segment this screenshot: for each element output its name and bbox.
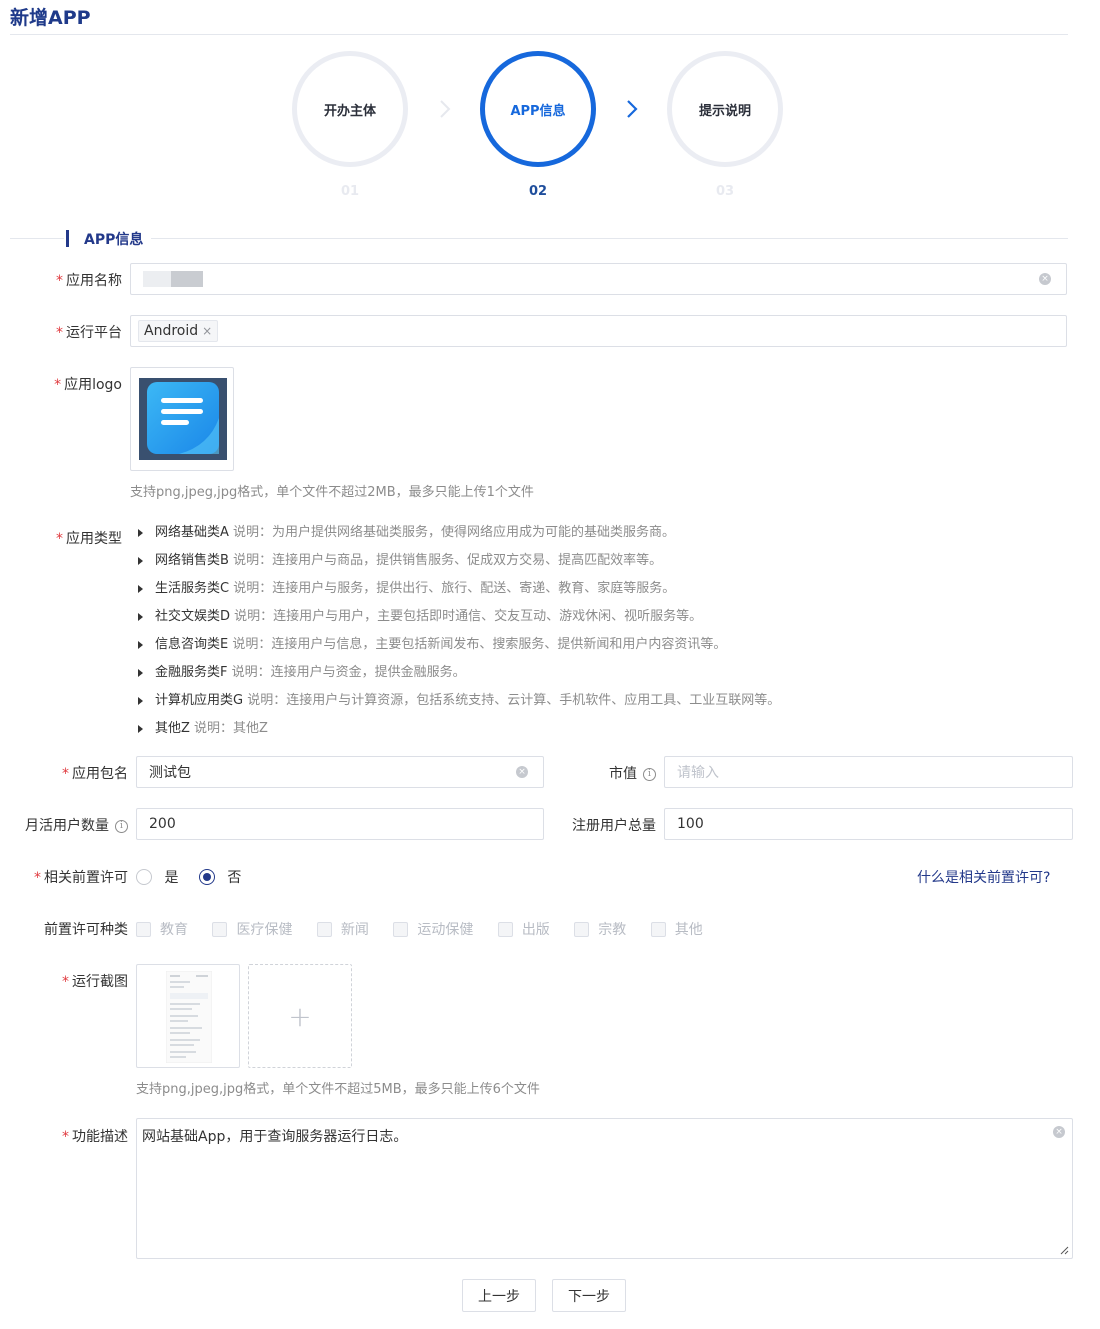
app-type-item[interactable]: 社交文娱类D 说明：连接用户与用户，主要包括即时通信、交友互动、游戏休闲、视听服… — [138, 603, 780, 631]
expand-arrow-icon — [138, 528, 143, 537]
screenshot-thumbnail[interactable] — [136, 964, 240, 1068]
screenshots-label: * 运行截图 — [62, 974, 128, 990]
description-value: 网站基础App，用于查询服务器运行日志。 — [142, 1129, 408, 1145]
app-type-item[interactable]: 网络基础类A 说明：为用户提供网络基础类服务，使得网络应用成为可能的基础类服务商… — [138, 519, 780, 547]
permit-types-group: 教育 医疗保健 新闻 运动保健 出版 宗教 其他 — [136, 919, 703, 939]
app-name-input[interactable] — [130, 263, 1067, 295]
plus-icon: + — [288, 999, 312, 1033]
expand-arrow-icon — [138, 612, 143, 621]
permit-help-link[interactable]: 什么是相关前置许可? — [917, 867, 1050, 887]
step-2-number: 02 — [528, 184, 548, 199]
section-marker — [66, 230, 69, 247]
step-2-label: APP信息 — [510, 103, 566, 119]
step-1-number: 01 — [340, 184, 360, 199]
app-type-item[interactable]: 计算机应用类G 说明：连接用户与计算资源，包括系统支持、云计算、手机软件、应用工… — [138, 687, 780, 715]
section-divider-left — [10, 238, 64, 239]
permit-no-radio[interactable] — [198, 869, 215, 885]
app-type-item[interactable]: 网络销售类B 说明：连接用户与商品，提供销售服务、促成双方交易、提高匹配效率等。 — [138, 547, 780, 575]
info-icon[interactable]: i — [643, 767, 656, 781]
market-value-placeholder: 请输入 — [677, 765, 719, 781]
market-value-label: 市值 i — [570, 763, 656, 783]
description-textarea[interactable]: 网站基础App，用于查询服务器运行日志。 — [136, 1118, 1073, 1259]
package-clear-icon[interactable]: × — [516, 766, 528, 778]
mau-label: 月活用户数量 i — [10, 815, 128, 835]
permit-type-checkbox[interactable] — [136, 921, 151, 937]
step-arrow-2-icon — [627, 100, 638, 118]
title-divider — [10, 34, 1068, 35]
registered-label: 注册用户总量 — [572, 818, 656, 834]
expand-arrow-icon — [138, 696, 143, 705]
page-title: 新增APP — [10, 7, 91, 29]
logo-upload[interactable] — [130, 367, 234, 471]
section-divider-right — [150, 238, 1068, 239]
market-value-input[interactable]: 请输入 — [664, 756, 1073, 788]
tag-close-icon[interactable]: × — [202, 324, 212, 338]
app-type-tree: 网络基础类A 说明：为用户提供网络基础类服务，使得网络应用成为可能的基础类服务商… — [138, 519, 780, 743]
permit-type-checkbox[interactable] — [574, 921, 590, 937]
app-type-item[interactable]: 生活服务类C 说明：连接用户与服务，提供出行、旅行、配送、寄递、教育、家庭等服务… — [138, 575, 780, 603]
registered-input[interactable]: 100 — [664, 808, 1073, 840]
package-value: 测试包 — [149, 765, 191, 781]
permit-type-checkbox[interactable] — [650, 921, 666, 937]
app-type-label: * 应用类型 — [56, 531, 122, 547]
prev-button[interactable]: 上一步 — [462, 1279, 536, 1312]
step-1-circle: 开办主体 — [292, 51, 408, 167]
step-3-label: 提示说明 — [698, 103, 751, 119]
mau-value: 200 — [149, 816, 176, 832]
section-title: APP信息 — [84, 229, 152, 249]
app-name-label: * 应用名称 — [56, 273, 122, 289]
add-screenshot-button[interactable]: + — [248, 964, 352, 1068]
expand-arrow-icon — [138, 724, 143, 733]
permit-type-checkbox[interactable] — [497, 921, 513, 937]
package-input[interactable]: 测试包 — [136, 756, 544, 788]
info-icon[interactable]: i — [115, 819, 128, 833]
screenshots-hint: 支持png,jpeg,jpg格式，单个文件不超过5MB，最多只能上传6个文件 — [136, 1082, 540, 1097]
permit-yes-label: 是 — [164, 870, 179, 886]
step-1-label: 开办主体 — [323, 103, 376, 119]
permit-yes-radio[interactable] — [136, 869, 152, 885]
expand-arrow-icon — [138, 640, 143, 649]
app-type-item[interactable]: 金融服务类F 说明：连接用户与资金，提供金融服务。 — [138, 659, 780, 687]
next-button[interactable]: 下一步 — [552, 1279, 626, 1312]
expand-arrow-icon — [138, 584, 143, 593]
platform-label: * 运行平台 — [56, 325, 122, 341]
resize-handle-icon[interactable] — [1059, 1245, 1069, 1255]
expand-arrow-icon — [138, 668, 143, 677]
permit-types-label: 前置许可种类 — [44, 922, 128, 938]
step-3-number: 03 — [715, 184, 735, 199]
permit-type-checkbox[interactable] — [316, 921, 332, 937]
app-type-item[interactable]: 信息咨询类E 说明：连接用户与信息，主要包括新闻发布、搜索服务、提供新闻和用户内… — [138, 631, 780, 659]
platform-select[interactable]: Android × — [130, 315, 1067, 347]
permit-type-checkbox[interactable] — [393, 921, 409, 937]
step-2-circle: APP信息 — [480, 51, 596, 167]
step-arrow-1-icon — [440, 100, 451, 118]
app-type-item[interactable]: 其他Z 说明：其他Z — [138, 715, 780, 743]
registered-value: 100 — [677, 816, 704, 832]
app-name-value — [143, 271, 203, 287]
package-label: * 应用包名 — [62, 766, 128, 782]
permit-radio-group: 是 否 — [136, 867, 241, 887]
step-3-circle: 提示说明 — [667, 51, 783, 167]
logo-hint: 支持png,jpeg,jpg格式，单个文件不超过2MB，最多只能上传1个文件 — [130, 485, 534, 500]
logo-image — [139, 378, 227, 460]
screenshot-image — [166, 971, 212, 1063]
expand-arrow-icon — [138, 556, 143, 565]
description-clear-icon[interactable]: × — [1053, 1126, 1065, 1138]
description-label: * 功能描述 — [62, 1129, 128, 1145]
platform-tag: Android × — [138, 320, 219, 342]
logo-label: * 应用logo — [54, 377, 122, 393]
permit-no-label: 否 — [227, 870, 242, 886]
permit-type-checkbox[interactable] — [212, 921, 228, 937]
mau-input[interactable]: 200 — [136, 808, 544, 840]
app-name-clear-icon[interactable]: × — [1039, 273, 1051, 285]
permit-label: * 相关前置许可 — [34, 870, 128, 886]
